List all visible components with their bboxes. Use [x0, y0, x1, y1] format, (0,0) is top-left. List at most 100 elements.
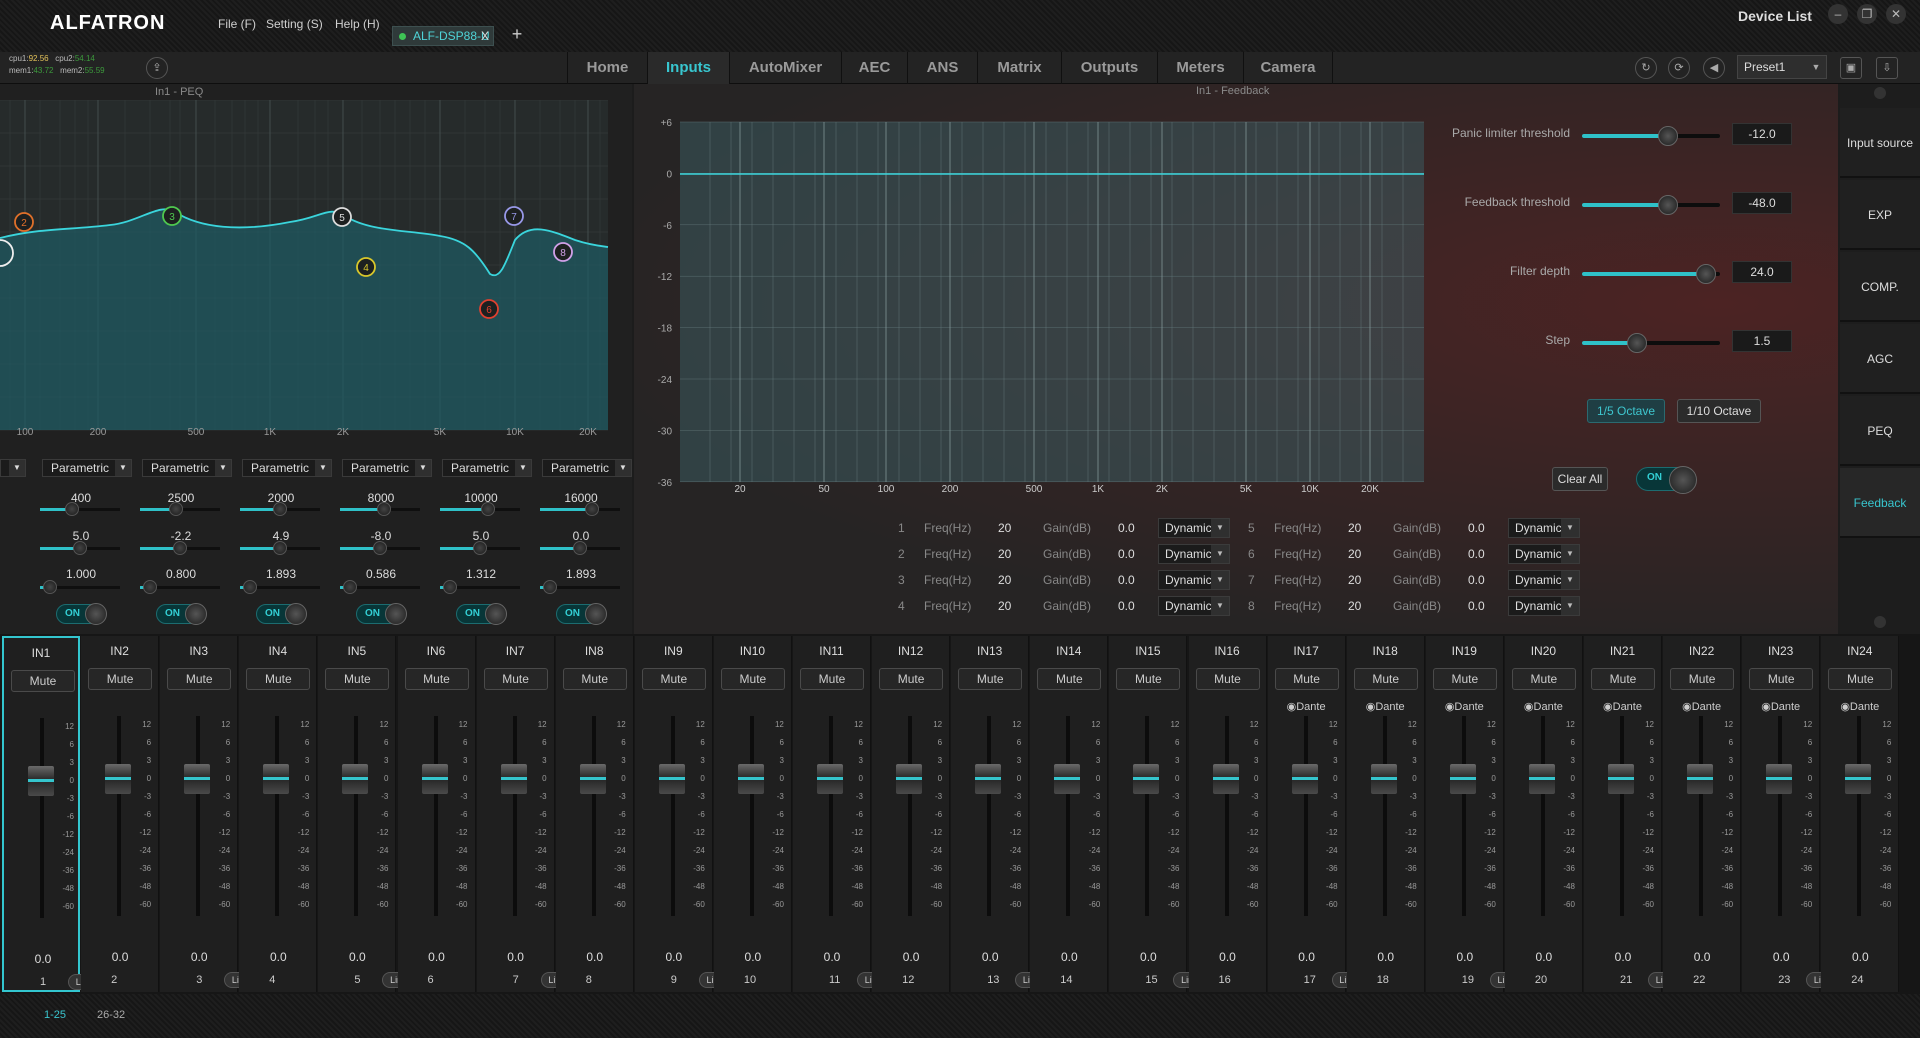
channel-name[interactable]: IN23 [1742, 644, 1819, 658]
mute-button[interactable]: Mute [88, 668, 153, 690]
octave-tenth-button[interactable]: 1/10 Octave [1677, 399, 1761, 423]
restore-icon[interactable]: ❐ [1857, 4, 1877, 24]
side-item-peq[interactable]: PEQ [1840, 396, 1920, 466]
filter-mode-select-2[interactable]: Dynamic ▼ [1158, 544, 1230, 564]
fader-knob[interactable] [263, 764, 290, 794]
peq-node-3[interactable]: 3 [162, 206, 182, 226]
channel-name[interactable]: IN24 [1821, 644, 1898, 658]
fader-track[interactable] [1778, 716, 1783, 916]
mute-button[interactable]: Mute [562, 668, 627, 690]
param-value-3[interactable]: 1.5 [1732, 330, 1792, 352]
mute-button[interactable]: Mute [720, 668, 785, 690]
peq-node-6[interactable]: 6 [479, 299, 499, 319]
fader-knob[interactable] [1054, 764, 1081, 794]
scroll-down-icon[interactable] [1874, 616, 1886, 628]
tab-meters[interactable]: Meters [1157, 52, 1243, 84]
fader-track[interactable] [749, 716, 754, 916]
channel-gain-value[interactable]: 0.0 [1671, 950, 1733, 964]
fader-track[interactable] [1145, 716, 1150, 916]
fader-knob[interactable] [1133, 764, 1160, 794]
channel-gain-value[interactable]: 0.0 [1355, 950, 1417, 964]
channel-gain-value[interactable]: 0.0 [801, 950, 863, 964]
mute-button[interactable]: Mute [167, 668, 232, 690]
fader-knob[interactable] [28, 766, 54, 796]
filter-mode-select-6[interactable]: Dynamic ▼ [1508, 544, 1580, 564]
sync-icon[interactable]: ⟳ [1668, 57, 1690, 79]
channel-name[interactable]: IN9 [635, 644, 712, 658]
fader-track[interactable] [40, 718, 44, 918]
fader-track[interactable] [512, 716, 517, 916]
channel-gain-value[interactable]: 0.0 [168, 950, 230, 964]
filter-mode-select-5[interactable]: Dynamic ▼ [1508, 518, 1580, 538]
peq-node-7[interactable]: 7 [504, 206, 524, 226]
fader-knob[interactable] [500, 764, 527, 794]
band-1-on-toggle[interactable]: ON [56, 603, 107, 625]
channel-gain-value[interactable]: 0.0 [1276, 950, 1338, 964]
fader-track[interactable] [275, 716, 280, 916]
channel-gain-value[interactable]: 0.0 [643, 950, 705, 964]
fader-track[interactable] [670, 716, 675, 916]
mute-button[interactable]: Mute [1353, 668, 1418, 690]
band-6-gain-knob[interactable] [573, 541, 587, 555]
side-item-comp[interactable]: COMP. [1840, 252, 1920, 322]
channel-name[interactable]: IN1 [4, 646, 78, 660]
param-value-0[interactable]: -12.0 [1732, 123, 1792, 145]
fader-track[interactable] [1620, 716, 1624, 916]
channel-name[interactable]: IN7 [477, 644, 554, 658]
mute-button[interactable]: Mute [1195, 668, 1260, 690]
page-1-25[interactable]: 1-25 [44, 1009, 66, 1021]
fader-knob[interactable] [105, 764, 132, 794]
fader-track[interactable] [1857, 716, 1862, 916]
fader-knob[interactable] [896, 764, 923, 794]
speaker-icon[interactable]: ◀ [1703, 57, 1725, 79]
band-3-type-select[interactable]: Parametric ▼ [242, 459, 332, 477]
channel-gain-value[interactable]: 0.0 [1592, 950, 1654, 964]
fader-track[interactable] [1540, 716, 1545, 916]
tab-ans[interactable]: ANS [907, 52, 977, 84]
fader-track[interactable] [1461, 716, 1466, 916]
fader-knob[interactable] [1291, 764, 1318, 794]
mute-button[interactable]: Mute [325, 668, 390, 690]
mute-button[interactable]: Mute [1591, 668, 1655, 690]
tab-aec[interactable]: AEC [841, 52, 907, 84]
channel-gain-value[interactable]: 0.0 [1513, 950, 1575, 964]
preset-select[interactable]: Preset1 ▼ [1737, 55, 1827, 79]
band-6-on-toggle[interactable]: ON [556, 603, 607, 625]
fader-knob[interactable] [1370, 764, 1397, 794]
octave-fifth-button[interactable]: 1/5 Octave [1587, 399, 1665, 423]
band-2-gain-knob[interactable] [173, 541, 187, 555]
channel-name[interactable]: IN14 [1030, 644, 1107, 658]
band-3-freq-knob[interactable] [273, 502, 287, 516]
band-5-type-select[interactable]: Parametric ▼ [442, 459, 532, 477]
fader-knob[interactable] [817, 764, 843, 794]
peq-node-8[interactable]: 8 [553, 242, 573, 262]
channel-gain-value[interactable]: 0.0 [89, 950, 151, 964]
clear-all-button[interactable]: Clear All [1552, 467, 1608, 491]
tab-inputs[interactable]: Inputs [647, 52, 729, 84]
filter-mode-select-4[interactable]: Dynamic ▼ [1158, 596, 1230, 616]
upload-icon[interactable]: ⇪ [146, 57, 168, 79]
channel-name[interactable]: IN15 [1109, 644, 1186, 658]
channel-gain-value[interactable]: 0.0 [12, 952, 74, 966]
mute-button[interactable]: Mute [1037, 668, 1102, 690]
channel-name[interactable]: IN11 [793, 644, 870, 658]
fader-track[interactable] [908, 716, 913, 916]
band-5-q-knob[interactable] [442, 580, 457, 594]
channel-name[interactable]: IN19 [1426, 644, 1503, 658]
channel-name[interactable]: IN6 [398, 644, 475, 658]
band-3-gain-knob[interactable] [273, 541, 287, 555]
fader-track[interactable] [829, 716, 833, 916]
channel-gain-value[interactable]: 0.0 [1038, 950, 1100, 964]
scroll-up-icon[interactable] [1874, 87, 1886, 99]
mute-button[interactable]: Mute [1670, 668, 1735, 690]
band-6-q-knob[interactable] [542, 580, 557, 594]
band-0-type-select[interactable]: ▼ [0, 459, 26, 477]
mute-button[interactable]: Mute [1274, 668, 1339, 690]
mute-button[interactable]: Mute [800, 668, 864, 690]
fader-track[interactable] [354, 716, 359, 916]
side-item-agc[interactable]: AGC [1840, 324, 1920, 394]
save-icon[interactable]: ▣ [1840, 57, 1862, 79]
param-value-2[interactable]: 24.0 [1732, 261, 1792, 283]
mute-button[interactable]: Mute [1749, 668, 1814, 690]
band-4-type-select[interactable]: Parametric ▼ [342, 459, 432, 477]
